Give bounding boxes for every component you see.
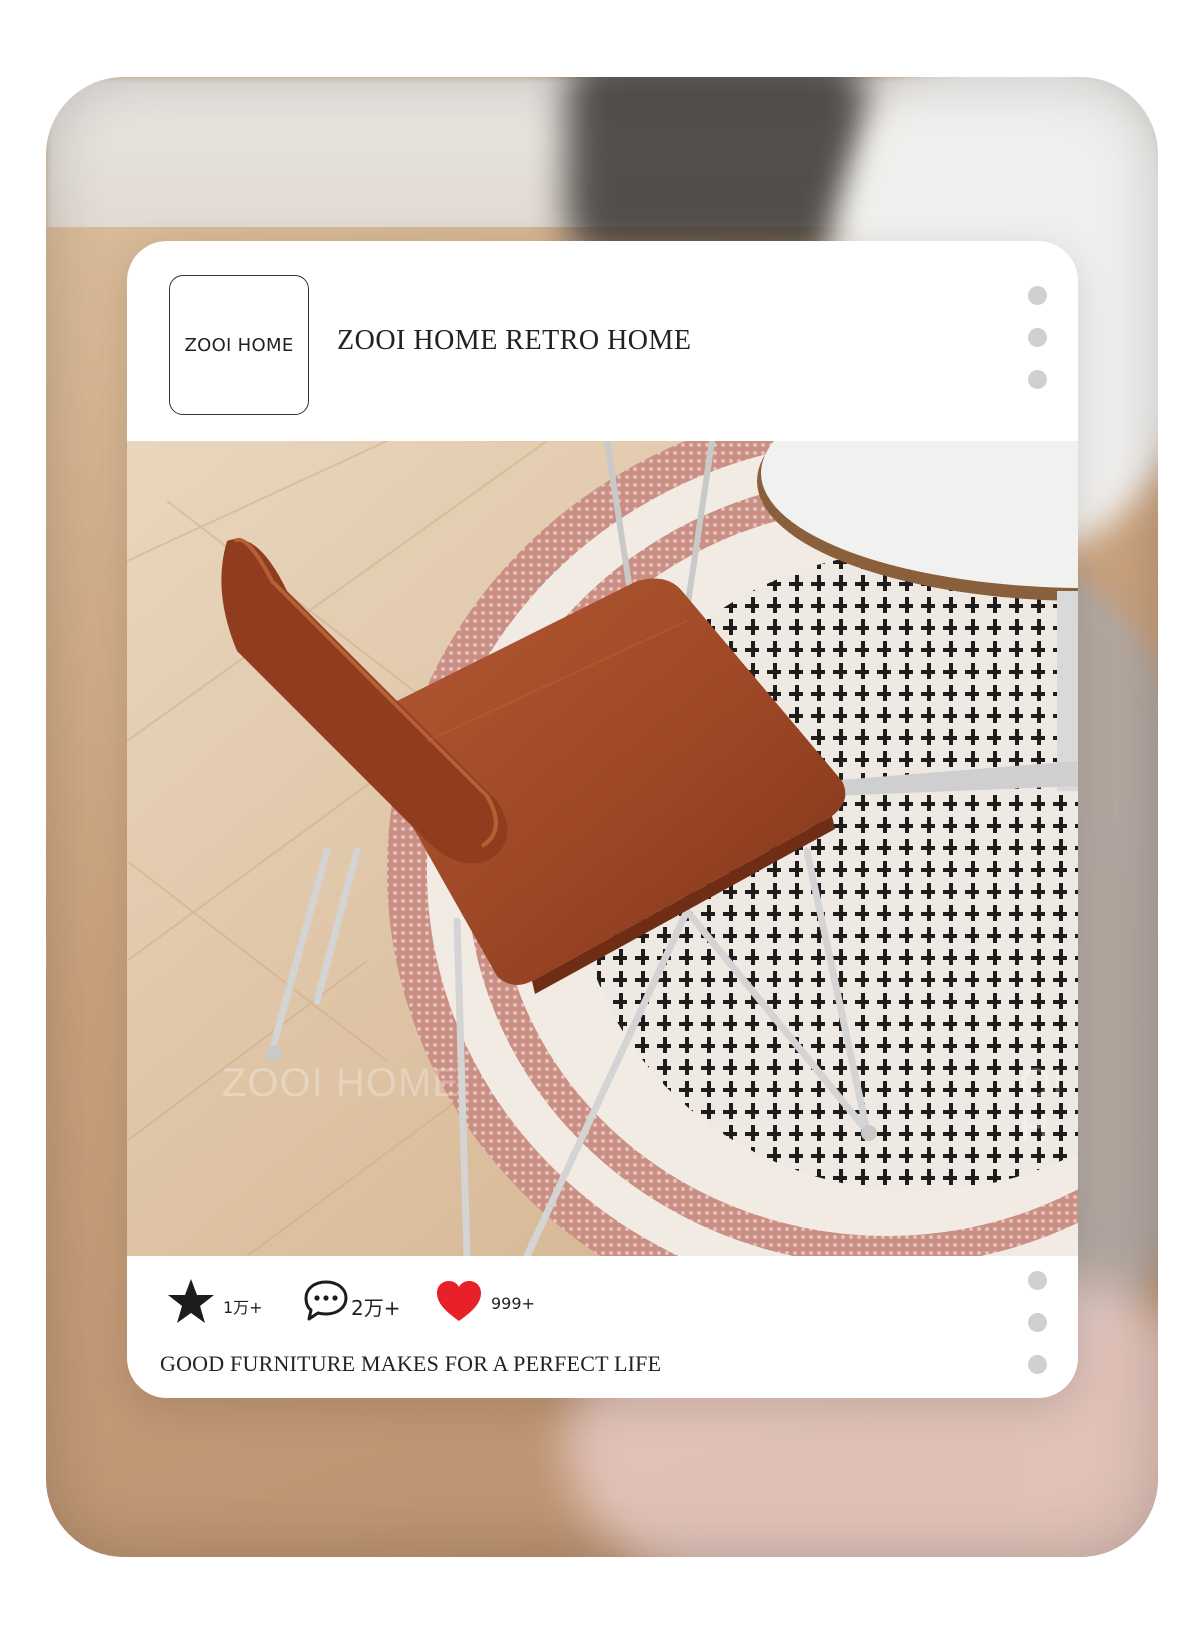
- post-card: ZOOI HOME ZOOI HOME RETRO HOME ZOOI HOME…: [127, 241, 1078, 1398]
- brand-logo[interactable]: ZOOI HOME: [169, 275, 309, 415]
- product-photo: ZOOI HOME OI H: [127, 441, 1078, 1256]
- dot: [1028, 286, 1047, 305]
- chair-scene-illustration: [127, 441, 1078, 1256]
- comment-stat[interactable]: 2万+: [303, 1278, 400, 1328]
- dot: [1028, 1313, 1047, 1332]
- card-footer: 1万+ 2万+ 999+ GOOD FURNITURE MAKES FOR A …: [127, 1256, 1078, 1398]
- like-stat[interactable]: 999+: [435, 1278, 535, 1328]
- favorite-count: 1万+: [223, 1298, 263, 1317]
- heart-icon[interactable]: [435, 1279, 483, 1328]
- comment-count: 2万+: [351, 1295, 401, 1320]
- dot: [1028, 370, 1047, 389]
- watermark-left: ZOOI HOME: [222, 1061, 460, 1105]
- like-count: 999+: [491, 1293, 535, 1313]
- more-dots-icon[interactable]: [1028, 286, 1048, 412]
- speech-bubble-icon[interactable]: [303, 1279, 349, 1328]
- watermark-right: OI H: [1020, 1061, 1065, 1150]
- brand-logo-text: ZOOI HOME: [184, 334, 294, 356]
- brand-title: ZOOI HOME RETRO HOME: [337, 325, 692, 356]
- more-dots-icon[interactable]: [1028, 1271, 1048, 1397]
- card-header: ZOOI HOME ZOOI HOME RETRO HOME: [127, 241, 1078, 441]
- favorite-stat[interactable]: 1万+: [167, 1278, 263, 1328]
- dot: [1028, 1355, 1047, 1374]
- dot: [1028, 328, 1047, 347]
- star-icon[interactable]: [167, 1278, 215, 1329]
- tagline: GOOD FURNITURE MAKES FOR A PERFECT LIFE: [160, 1351, 662, 1376]
- dot: [1028, 1271, 1047, 1290]
